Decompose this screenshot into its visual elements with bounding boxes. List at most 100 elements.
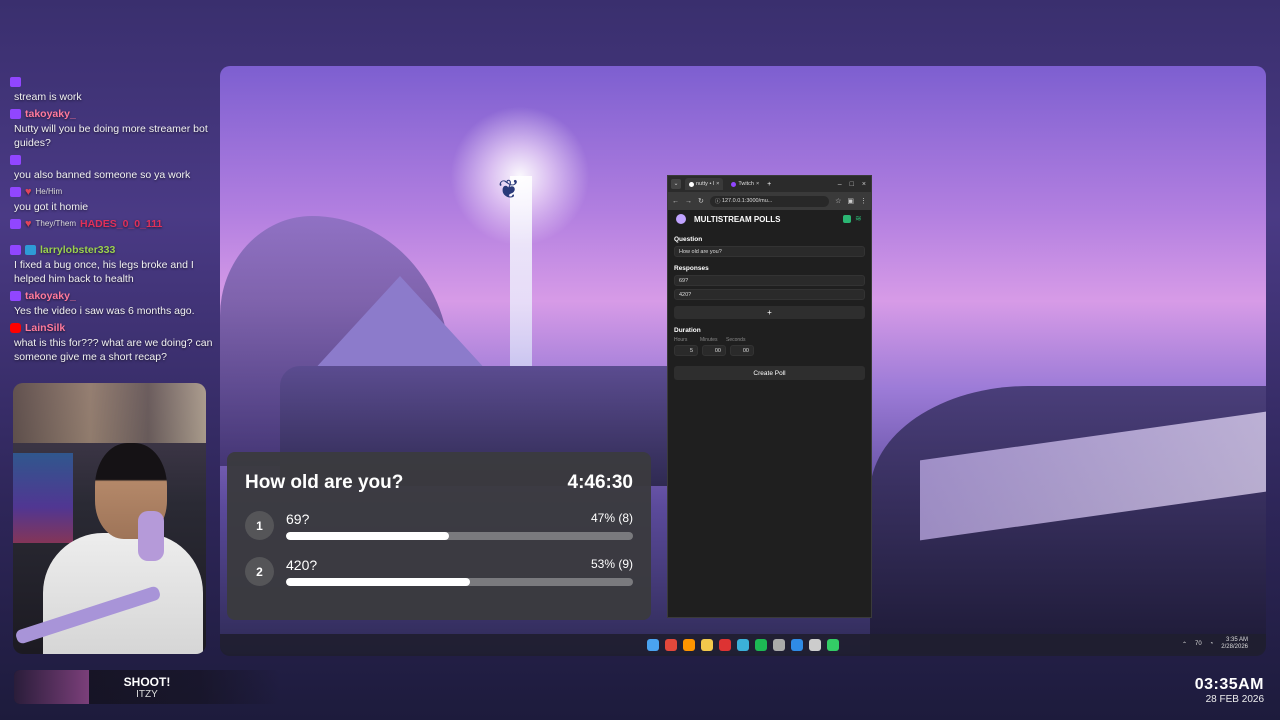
twitch-icon: [731, 181, 737, 187]
chat-message-header: [10, 152, 215, 168]
tab-favicon-icon: [689, 181, 694, 187]
album-art: [14, 670, 89, 704]
folder-icon[interactable]: [701, 639, 713, 651]
tray-clock[interactable]: 3:35 AM 2/28/2026: [1221, 637, 1248, 651]
window-controls: – □ ×: [838, 181, 871, 188]
poll-option-percent: 53% (9): [590, 557, 633, 571]
question-label: Question: [674, 236, 703, 243]
chat-message: larrylobster333 I fixed a bug once, his l…: [10, 242, 215, 286]
minutes-input[interactable]: 00: [702, 345, 726, 356]
close-icon[interactable]: ×: [756, 181, 759, 187]
poll-option-fill: [286, 532, 450, 540]
back-icon[interactable]: ←: [672, 198, 679, 205]
settings-icon[interactable]: [809, 639, 821, 651]
tray-time: 3:35 AM: [1225, 637, 1248, 643]
unity-icon[interactable]: [773, 639, 785, 651]
edge-icon[interactable]: [737, 639, 749, 651]
webcam-led-lights: [13, 453, 73, 543]
poll-option: 1 69? 47% (8): [245, 511, 633, 540]
chat-message: ♥ They/Them HADES_0_0_111: [10, 216, 215, 240]
chat-text: what is this for??? what are we doing? c…: [14, 337, 213, 363]
poll-option-bar: [286, 578, 633, 586]
chat-message: takoyaky_ Yes the video i saw was 6 month…: [10, 288, 215, 318]
close-window-icon[interactable]: ×: [862, 181, 866, 188]
twitch-badge-icon: [10, 155, 21, 165]
system-tray: ⌃ 70 ◔ 3:35 AM 2/28/2026: [1182, 637, 1248, 651]
twitch-badge-icon: [10, 219, 21, 229]
clock-time: 03:35AM: [1194, 676, 1264, 693]
windows-icon[interactable]: [647, 639, 659, 651]
chat-text: stream is work: [14, 91, 82, 103]
twitch-badge-icon: [10, 109, 21, 119]
seconds-input[interactable]: 00: [730, 345, 754, 356]
firefox-icon[interactable]: [683, 639, 695, 651]
add-response-button[interactable]: +: [674, 306, 865, 319]
poll-question: How old are you?: [245, 472, 404, 493]
forward-icon[interactable]: →: [685, 198, 692, 205]
status-icon: [843, 215, 851, 223]
duration-unit-labels: Hours Minutes Seconds: [674, 337, 865, 343]
maximize-icon[interactable]: □: [850, 181, 854, 188]
browser-tab-bar: ⌄ nutty • l × Twitch × + – □ ×: [668, 176, 871, 192]
song-artist: ITZY: [136, 688, 158, 700]
chat-panel: stream is work takoyaky_ Nutty will you be…: [10, 74, 215, 380]
chat-message-header: takoyaky_: [10, 106, 215, 122]
app-logo-icon: [676, 214, 686, 224]
tray-date: 2/28/2026: [1221, 644, 1248, 650]
response-input-2[interactable]: 420?: [674, 289, 865, 300]
minimize-icon[interactable]: –: [838, 181, 842, 188]
tab-label: Twitch: [738, 181, 754, 187]
poll-timer: 4:46:30: [567, 472, 634, 493]
chrome-icon[interactable]: [665, 639, 677, 651]
twitch-badge-icon: [10, 291, 21, 301]
wifi-icon[interactable]: ◔: [1210, 641, 1214, 647]
webcam-shelf: [13, 383, 206, 443]
address-bar[interactable]: ⓘ 127.0.0.1:3000/mu...: [709, 195, 830, 207]
taskbar: ⌃ 70 ◔ 3:35 AM 2/28/2026: [220, 634, 1266, 656]
chat-username[interactable]: takoyaky_: [25, 107, 76, 121]
chat-message-header: ♥ They/Them HADES_0_0_111: [10, 216, 215, 232]
poll-option-number: 2: [245, 557, 274, 586]
chat-text: Yes the video i saw was 6 months ago.: [14, 305, 195, 317]
hours-label: Hours: [674, 337, 688, 343]
chat-pronoun: He/Him: [35, 187, 63, 196]
song-title: SHOOT!: [123, 674, 171, 689]
tray-temperature: 70: [1194, 641, 1202, 647]
reload-icon[interactable]: ↻: [698, 197, 704, 205]
vscode-icon[interactable]: [791, 639, 803, 651]
chat-username[interactable]: larrylobster333: [40, 243, 115, 257]
poll-option-row: 69? 47% (8): [286, 511, 633, 527]
site-info-icon[interactable]: ⓘ: [715, 197, 722, 205]
close-icon[interactable]: ×: [716, 181, 719, 187]
tab-twitch[interactable]: Twitch ×: [727, 178, 763, 190]
obs-icon[interactable]: [719, 639, 731, 651]
hours-input[interactable]: 5: [674, 345, 698, 356]
response-input-1[interactable]: 69?: [674, 275, 865, 286]
poll-option-number: 1: [245, 511, 274, 540]
chat-message-header: LainSilk: [10, 320, 215, 336]
tab-search-icon[interactable]: ⌄: [671, 179, 681, 189]
webcam-feed: [13, 383, 206, 654]
app-icon[interactable]: [827, 639, 839, 651]
chevron-up-icon[interactable]: ⌃: [1182, 641, 1187, 648]
new-tab-button[interactable]: +: [767, 181, 771, 188]
chat-username[interactable]: LainSilk: [25, 321, 65, 335]
poll-option-body: 420? 53% (9): [286, 557, 633, 586]
connection-status: ≋: [843, 215, 863, 223]
menu-icon[interactable]: ⋮: [860, 197, 867, 205]
app-header: MULTISTREAM POLLS ≋: [668, 210, 871, 228]
create-poll-button[interactable]: Create Poll: [674, 366, 865, 380]
duration-label: Duration: [674, 327, 701, 334]
webcam-person-body: [43, 533, 203, 654]
url-text: 127.0.0.1:3000/mu...: [721, 198, 773, 204]
chat-message-header: ♥ He/Him: [10, 184, 215, 200]
chat-username[interactable]: HADES_0_0_111: [80, 217, 162, 231]
bookmark-star-icon[interactable]: ☆: [835, 197, 841, 205]
tab-multistream[interactable]: nutty • l ×: [685, 178, 724, 190]
chat-username[interactable]: takoyaky_: [25, 289, 76, 303]
extension-icon[interactable]: ▣: [847, 197, 854, 205]
chat-message: stream is work: [10, 74, 215, 104]
poll-header: How old are you? 4:46:30: [245, 472, 633, 494]
question-input[interactable]: How old are you?: [674, 246, 865, 257]
spotify-icon[interactable]: [755, 639, 767, 651]
